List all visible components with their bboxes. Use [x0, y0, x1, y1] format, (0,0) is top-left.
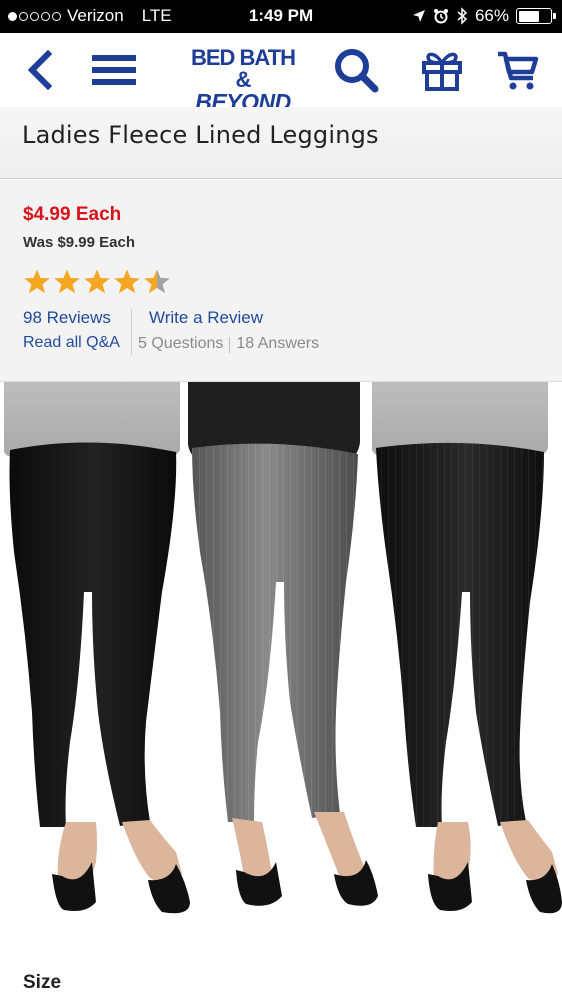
back-button[interactable] — [18, 33, 62, 107]
status-indicators: 66% — [412, 6, 556, 26]
product-title: Ladies Fleece Lined Leggings — [22, 121, 379, 149]
model-gray-leggings — [188, 382, 378, 906]
search-icon — [335, 49, 379, 93]
top-navigation: BED BATH & BEYOND — [0, 33, 562, 114]
cart-button[interactable] — [492, 33, 544, 107]
product-image[interactable] — [0, 382, 562, 942]
questions-count: 5 Questions — [138, 335, 224, 352]
logo-line-1: BED BATH & — [190, 45, 296, 92]
model-dark-leggings — [372, 382, 562, 914]
star-icon — [24, 269, 50, 294]
bed-bath-beyond-logo[interactable]: BED BATH & BEYOND — [184, 45, 302, 114]
answers-count: 18 Answers — [236, 335, 320, 352]
link-divider — [131, 309, 132, 355]
search-button[interactable] — [330, 33, 382, 107]
write-review-link[interactable]: Write a Review — [149, 308, 263, 328]
star-icon — [144, 269, 170, 294]
price-rating-section: $4.99 Each Was $9.99 Each 98 Reviews Wri… — [0, 180, 562, 382]
location-arrow-icon — [412, 10, 425, 22]
star-rating[interactable] — [23, 268, 171, 296]
menu-icon — [92, 55, 136, 85]
current-price: $4.99 Each — [23, 204, 122, 225]
back-icon — [27, 50, 53, 90]
gift-icon — [422, 52, 462, 91]
leggings-photo — [4, 382, 562, 914]
star-icon — [84, 269, 110, 294]
was-price: Was $9.99 Each — [23, 234, 136, 251]
model-black-leggings — [4, 382, 190, 914]
product-title-bar: Ladies Fleece Lined Leggings — [0, 107, 562, 179]
battery-icon — [516, 8, 556, 24]
battery-percent: 66% — [474, 6, 509, 25]
reviews-link[interactable]: 98 Reviews — [23, 308, 111, 328]
read-qa-link[interactable]: Read all Q&A — [23, 334, 120, 352]
cart-icon — [498, 51, 539, 90]
alarm-icon — [433, 9, 448, 24]
status-bar: Verizon LTE 1:49 PM 66% — [0, 0, 562, 33]
menu-button[interactable] — [88, 33, 140, 107]
size-label: Size — [23, 972, 62, 993]
qa-counts: 5 Questions 18 Answers — [138, 335, 319, 353]
star-icon — [114, 269, 140, 294]
star-icon — [54, 269, 80, 294]
bluetooth-icon — [457, 7, 468, 25]
qa-separator — [229, 337, 231, 353]
gift-button[interactable] — [416, 33, 468, 107]
